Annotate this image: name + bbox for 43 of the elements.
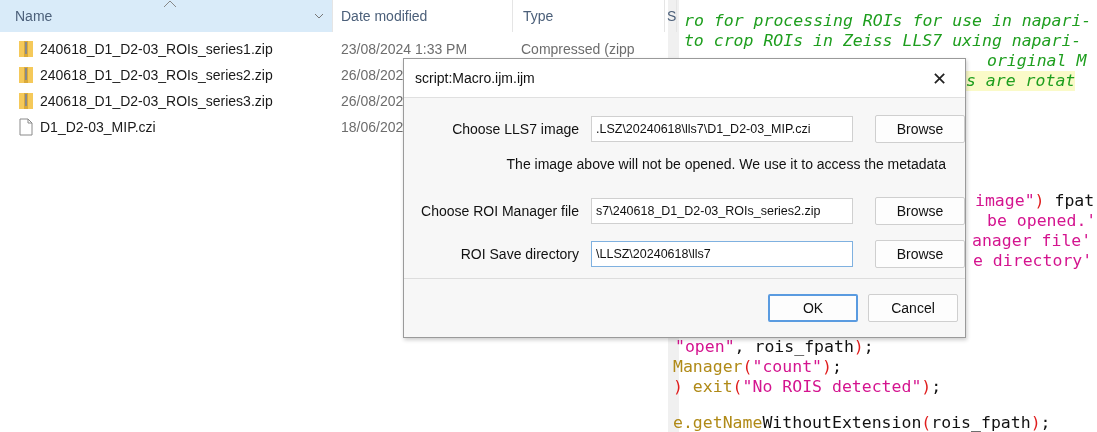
code-line: e directory' (973, 251, 1093, 271)
file-name[interactable]: 240618_D1_D2-03_ROIs_series1.zip (0, 40, 341, 58)
caret-icon (314, 13, 324, 19)
info-message: The image above will not be opened. We use it to access the metadata (505, 155, 947, 174)
zip-folder-icon (18, 66, 34, 84)
column-header[interactable]: Date modified (333, 0, 513, 32)
path-field[interactable]: .LSZ\20240618\lls7\D1_D2-03_MIP.czi (591, 116, 853, 142)
code-line: e.getNameWithoutExtension(rois_fpath); (673, 413, 1051, 432)
date-cell: 26/08/202 (341, 93, 404, 109)
browse-button[interactable]: Browse (875, 240, 965, 268)
code-line: Manager("count"); (673, 357, 842, 377)
zip-folder-icon (18, 92, 34, 110)
file-icon (18, 118, 34, 136)
field-label: Choose LLS7 image (451, 121, 579, 137)
code-line: be opened.' (987, 211, 1097, 231)
field-label: ROI Save directory (459, 246, 579, 262)
path-field[interactable]: \LLSZ\20240618\lls7 (591, 241, 853, 267)
code-line: ro for processing ROIs for use in napari- (684, 11, 1092, 31)
path-field[interactable]: s7\240618_D1_D2-03_ROIs_series2.zip (591, 198, 853, 224)
file-name[interactable]: 240618_D1_D2-03_ROIs_series2.zip (0, 66, 341, 84)
code-line: original M (987, 51, 1087, 71)
sort-caret-icon (163, 0, 177, 8)
zip-folder-icon (18, 40, 34, 58)
file-name[interactable]: 240618_D1_D2-03_ROIs_series3.zip (0, 92, 341, 110)
ok-button[interactable]: OK (768, 294, 858, 322)
code-line: ) exit("No ROIS detected"); (673, 377, 942, 397)
code-line: "open", rois_fpath); (675, 337, 874, 357)
browse-button[interactable]: Browse (875, 197, 965, 225)
code-line: image") fpat (975, 191, 1095, 211)
column-header[interactable]: Type (513, 0, 665, 32)
date-cell: 18/06/202 (341, 119, 404, 135)
code-line: anager file' (972, 231, 1092, 251)
code-line: to crop ROIs in Zeiss LLS7 uxing napari- (682, 31, 1082, 51)
date-cell: 23/08/2024 1:33 PM (341, 41, 468, 57)
cancel-button[interactable]: Cancel (868, 294, 958, 322)
dialog-title: script:Macro.ijm.ijm (415, 70, 535, 86)
browse-button[interactable]: Browse (875, 115, 965, 143)
type-cell: Compressed (zipp (521, 41, 635, 57)
file-name[interactable]: D1_D2-03_MIP.czi (0, 118, 341, 136)
field-label: Choose ROI Manager file (420, 203, 579, 219)
date-cell: 26/08/202 (341, 67, 404, 83)
column-header[interactable]: Name (0, 0, 333, 32)
close-button[interactable]: ✕ (925, 67, 953, 89)
